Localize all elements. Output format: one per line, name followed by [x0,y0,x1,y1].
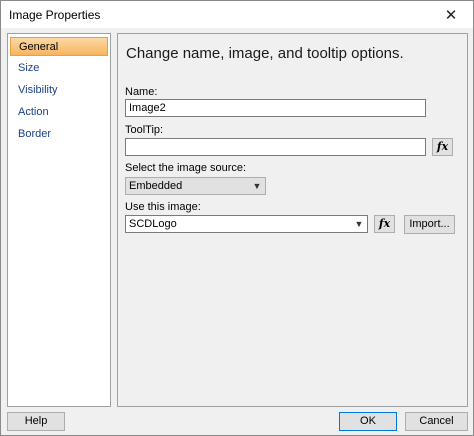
image-properties-dialog: Image Properties ✕ General Size Visibili… [0,0,474,436]
name-input[interactable]: Image2 [125,99,426,117]
dialog-title: Image Properties [9,8,101,22]
image-expression-button[interactable]: fx [374,215,395,233]
name-label: Name: [125,86,158,98]
tooltip-expression-button[interactable]: fx [432,138,453,156]
image-source-label: Select the image source: [125,162,247,174]
use-image-select[interactable]: SCDLogo ▼ [125,215,368,233]
sidebar: General Size Visibility Action Border [7,33,111,407]
tooltip-label: ToolTip: [125,124,164,136]
use-image-label: Use this image: [125,201,201,213]
close-icon: ✕ [444,6,458,24]
image-source-select[interactable]: Embedded ▼ [125,177,266,195]
panel-heading: Change name, image, and tooltip options. [126,45,404,62]
function-icon: fx [436,140,449,153]
sidebar-item-visibility[interactable]: Visibility [10,81,108,100]
sidebar-item-size[interactable]: Size [10,59,108,78]
chevron-down-icon: ▼ [354,219,364,229]
sidebar-item-action[interactable]: Action [10,103,108,122]
image-source-value: Embedded [129,180,183,192]
use-image-value: SCDLogo [129,218,177,230]
sidebar-item-border[interactable]: Border [10,125,108,144]
general-panel: Change name, image, and tooltip options.… [117,33,468,407]
function-icon: fx [378,217,391,230]
import-button[interactable]: Import... [404,215,455,234]
cancel-button[interactable]: Cancel [405,412,468,431]
ok-button[interactable]: OK [339,412,397,431]
title-bar: Image Properties ✕ [1,1,473,28]
close-button[interactable]: ✕ [429,1,473,28]
tooltip-input[interactable] [125,138,426,156]
help-button[interactable]: Help [7,412,65,431]
chevron-down-icon: ▼ [252,181,262,191]
sidebar-item-general[interactable]: General [10,37,108,56]
